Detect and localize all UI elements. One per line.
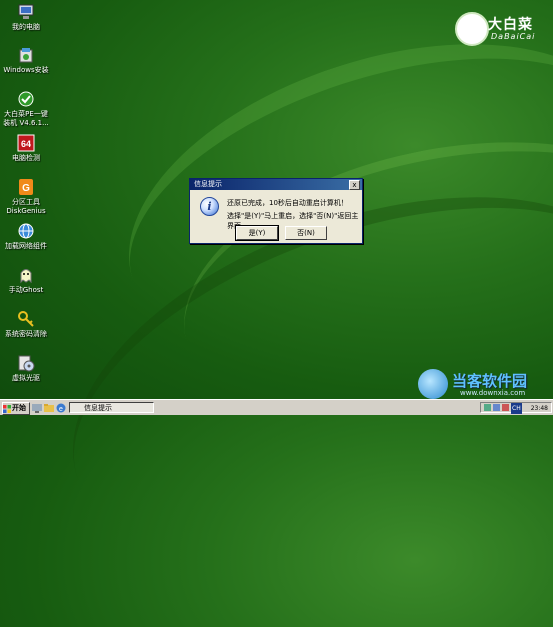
yes-button[interactable]: 是(Y) — [235, 225, 279, 241]
desktop-icon-ghost[interactable]: 手动Ghost — [2, 266, 50, 295]
no-button[interactable]: 否(N) — [285, 226, 327, 240]
desktop-icon-onekey-install[interactable]: 大白菜PE一键 装机 V4.6.1... — [2, 90, 50, 128]
desktop-icon-my-computer[interactable]: 我的电脑 — [2, 3, 50, 32]
system-tray: CH 23:48 — [480, 402, 552, 414]
taskbar-clock: 23:48 — [530, 405, 548, 412]
installer-icon — [17, 46, 35, 64]
windows-flag-icon — [3, 404, 11, 413]
dialog-title: 信息提示 — [194, 180, 222, 188]
input-method-indicator[interactable]: CH — [511, 403, 522, 414]
taskbar-item-info-dialog[interactable]: 信息提示 — [69, 402, 154, 413]
quicklaunch-desktop-icon[interactable] — [32, 403, 42, 413]
desktop-icon-diskgenius[interactable]: G 分区工具 DiskGenius — [2, 178, 50, 216]
dialog-titlebar[interactable]: 信息提示 x — [190, 179, 362, 190]
desktop-icon-virtual-drive[interactable]: 虚拟光驱 — [2, 354, 50, 383]
svg-text:e: e — [59, 406, 63, 413]
taskbar: 开始 e 信息提示 CH 23:48 — [0, 399, 553, 415]
pc-check-icon: 64 — [17, 134, 35, 152]
start-button[interactable]: 开始 — [2, 402, 30, 415]
desktop-icon-network[interactable]: 加载网络组件 — [2, 222, 50, 251]
desktop-icon-password-clear[interactable]: 系统密码清除 — [2, 310, 50, 339]
desktop-icon-windows-install[interactable]: Windows安装 — [2, 46, 50, 75]
network-icon — [17, 222, 35, 240]
dabaicai-logo: 大白菜 DaBaiCai — [455, 8, 550, 46]
quicklaunch-browser-icon[interactable]: e — [56, 403, 66, 413]
ghost-icon — [17, 266, 35, 284]
watermark-logo-icon — [418, 369, 448, 399]
diskgenius-icon: G — [17, 178, 35, 196]
info-icon: i — [200, 197, 219, 216]
dialog-close-button[interactable]: x — [349, 180, 360, 190]
info-dialog: 信息提示 x i 还原已完成，10秒后自动重启计算机！ 选择"是(Y)"马上重启… — [189, 178, 363, 244]
cabbage-icon — [455, 12, 489, 46]
svg-text:G: G — [22, 183, 30, 194]
virtual-drive-icon — [17, 354, 35, 372]
dialog-message-line1: 还原已完成，10秒后自动重启计算机！ — [227, 199, 348, 207]
key-icon — [17, 310, 35, 328]
svg-text:64: 64 — [21, 139, 31, 149]
computer-icon — [17, 3, 35, 21]
quicklaunch-explorer-icon[interactable] — [44, 403, 54, 413]
site-watermark: 当客软件园 www.downxia.com — [418, 367, 553, 401]
onekey-install-icon — [17, 90, 35, 108]
desktop-icon-pc-check[interactable]: 64 电脑检测 — [2, 134, 50, 163]
